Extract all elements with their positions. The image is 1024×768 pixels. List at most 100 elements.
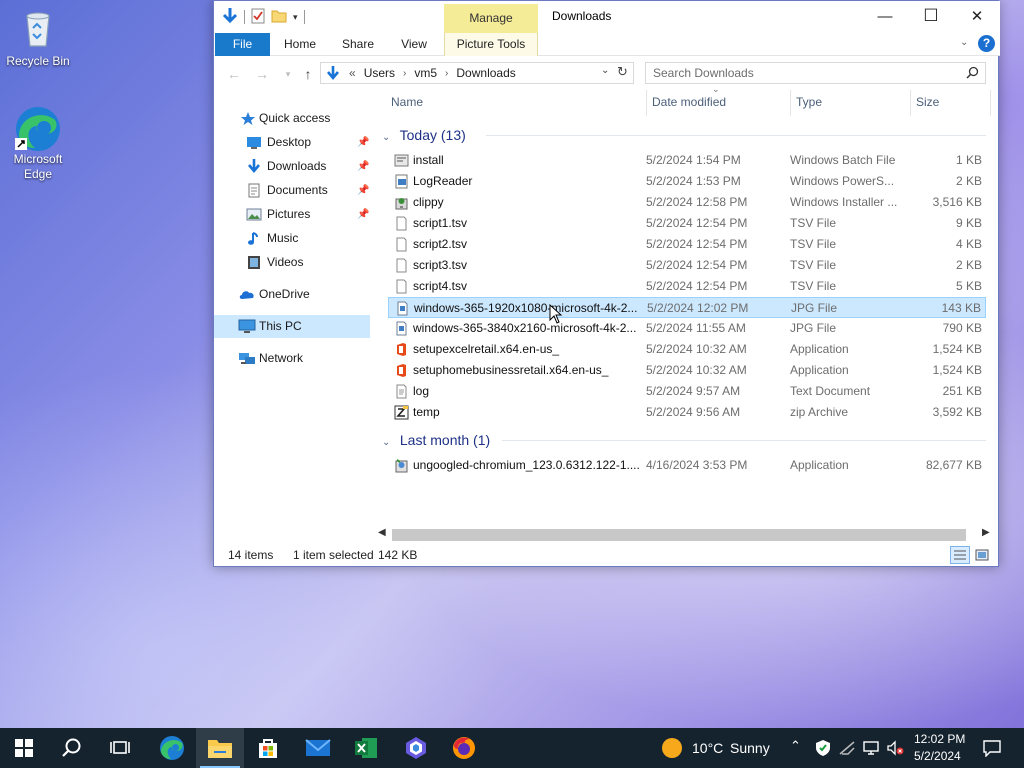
collapse-chevron-icon[interactable]: ⌄	[382, 433, 396, 453]
sidebar-item-network[interactable]: Network	[214, 347, 370, 370]
sidebar-item-videos[interactable]: Videos	[214, 251, 370, 274]
scroll-left-icon[interactable]: ◀	[378, 527, 386, 538]
back-button[interactable]: ←	[224, 64, 244, 84]
file-row[interactable]: setuphomebusinessretail.x64.en-us_ 5/2/20…	[388, 360, 986, 381]
search-icon[interactable]	[966, 66, 979, 82]
maximize-button[interactable]: ☐	[908, 1, 954, 31]
sidebar-item-documents[interactable]: Documents 📌	[214, 179, 370, 202]
file-row[interactable]: script4.tsv 5/2/2024 12:54 PM TSV File 5 KB	[388, 276, 986, 297]
sidebar-item-onedrive[interactable]: OneDrive	[214, 283, 370, 306]
sidebar-item-this-pc[interactable]: This PC	[214, 315, 370, 338]
close-button[interactable]: ✕	[954, 1, 1000, 31]
powershell-file-icon	[394, 174, 409, 189]
file-row[interactable]: temp 5/2/2024 9:56 AM zip Archive 3,592 KB	[388, 402, 986, 423]
start-button[interactable]	[0, 728, 48, 768]
file-row[interactable]: windows-365-1920x1080-microsoft-4k-2... 5…	[388, 297, 986, 318]
file-row[interactable]: script2.tsv 5/2/2024 12:54 PM TSV File 4 KB	[388, 234, 986, 255]
sidebar-item-music[interactable]: Music	[214, 227, 370, 250]
column-header-name[interactable]: Name	[391, 90, 423, 114]
security-shield-icon[interactable]	[815, 739, 831, 760]
customize-toolbar-icon[interactable]: ▾	[293, 12, 298, 23]
group-header-today[interactable]: ⌄ Today (13)	[382, 125, 466, 145]
properties-icon[interactable]	[251, 8, 265, 27]
tab-file[interactable]: File	[215, 33, 270, 56]
refresh-icon[interactable]: ↻	[617, 64, 628, 80]
new-folder-icon[interactable]	[271, 8, 287, 27]
horizontal-scrollbar[interactable]: ◀ ▶	[376, 527, 996, 543]
weather-description[interactable]: Sunny	[730, 740, 770, 756]
column-divider[interactable]	[910, 90, 911, 116]
clock-time[interactable]: 12:02 PM	[914, 732, 965, 746]
address-dropdown-icon[interactable]: ⌄	[601, 65, 609, 76]
file-row[interactable]: LogReader 5/2/2024 1:53 PM Windows PowerS.…	[388, 171, 986, 192]
file-row[interactable]: log 5/2/2024 9:57 AM Text Document 251 KB	[388, 381, 986, 402]
sidebar-item-desktop[interactable]: Desktop 📌	[214, 131, 370, 154]
taskbar-clipchamp[interactable]	[392, 728, 440, 768]
breadcrumb-downloads[interactable]: Downloads	[456, 66, 515, 80]
taskbar-excel[interactable]	[342, 728, 390, 768]
weather-temperature[interactable]: 10°C	[692, 740, 723, 756]
desktop-icon-recycle-bin[interactable]: Recycle Bin	[0, 6, 76, 69]
taskbar-file-explorer[interactable]	[196, 728, 244, 768]
notifications-icon[interactable]	[982, 739, 1002, 760]
file-name: script2.tsv	[413, 237, 468, 251]
batch-file-icon	[394, 153, 409, 168]
sidebar-item-pictures[interactable]: Pictures 📌	[214, 203, 370, 226]
breadcrumb-chevron-icon[interactable]: ›	[445, 68, 448, 79]
sidebar-item-downloads[interactable]: Downloads 📌	[214, 155, 370, 178]
recent-locations-button[interactable]: ▾	[278, 64, 298, 84]
column-header-size[interactable]: Size	[916, 90, 939, 114]
expand-ribbon-icon[interactable]: ⌄	[960, 37, 968, 48]
tab-view[interactable]: View	[392, 33, 436, 56]
breadcrumb-vm5[interactable]: vm5	[414, 66, 437, 80]
help-icon[interactable]: ?	[978, 35, 995, 52]
task-view-button[interactable]	[96, 728, 144, 768]
collapse-chevron-icon[interactable]: ⌄	[382, 128, 396, 148]
column-divider[interactable]	[990, 90, 991, 116]
file-row[interactable]: windows-365-3840x2160-microsoft-4k-2... 5…	[388, 318, 986, 339]
group-header-last-month[interactable]: ⌄ Last month (1)	[382, 430, 490, 450]
volume-muted-icon[interactable]	[886, 740, 904, 759]
title-bar[interactable]: ▾ Manage Downloads — ☐ ✕	[214, 1, 1000, 33]
column-header-date[interactable]: Date modified	[652, 90, 726, 114]
manage-contextual-tab[interactable]: Manage	[444, 4, 538, 33]
tab-share[interactable]: Share	[336, 33, 380, 56]
display-status-icon[interactable]	[862, 740, 880, 759]
taskbar-mail[interactable]	[294, 728, 342, 768]
file-row[interactable]: install 5/2/2024 1:54 PM Windows Batch Fil…	[388, 150, 986, 171]
tab-home[interactable]: Home	[276, 33, 324, 56]
file-row[interactable]: script1.tsv 5/2/2024 12:54 PM TSV File 9 KB	[388, 213, 986, 234]
minimize-button[interactable]: —	[862, 1, 908, 31]
column-divider[interactable]	[790, 90, 791, 116]
large-icons-view-icon[interactable]	[974, 547, 990, 570]
column-divider[interactable]	[646, 90, 647, 116]
file-row[interactable]: script3.tsv 5/2/2024 12:54 PM TSV File 2 KB	[388, 255, 986, 276]
taskbar-store[interactable]	[244, 728, 292, 768]
network-status-icon[interactable]	[838, 740, 856, 759]
column-header-type[interactable]: Type	[796, 90, 822, 114]
taskbar-firefox[interactable]	[440, 728, 488, 768]
scrollbar-thumb[interactable]	[392, 529, 966, 541]
breadcrumb-chevron-icon[interactable]: ›	[403, 68, 406, 79]
weather-sun-icon[interactable]	[662, 738, 682, 758]
search-taskbar-button[interactable]	[48, 728, 96, 768]
breadcrumb-users[interactable]: Users	[364, 66, 395, 80]
forward-button[interactable]: →	[252, 64, 272, 84]
tab-picture-tools[interactable]: Picture Tools	[444, 33, 538, 56]
show-hidden-icons-chevron-icon[interactable]: ⌃	[790, 738, 801, 754]
scroll-right-icon[interactable]: ▶	[982, 527, 990, 538]
up-button[interactable]: ↑	[298, 64, 318, 84]
desktop-icon-edge[interactable]: Microsoft Edge	[0, 104, 76, 182]
search-icon	[62, 738, 81, 757]
file-row[interactable]: setupexcelretail.x64.en-us_ 5/2/2024 10:3…	[388, 339, 986, 360]
address-bar[interactable]: « Users › vm5 › Downloads ⌄ ↻	[320, 62, 634, 84]
file-row[interactable]: ungoogled-chromium_123.0.6312.122-1.... 4…	[388, 455, 986, 476]
clock-date[interactable]: 5/2/2024	[914, 749, 961, 763]
file-row[interactable]: clippy 5/2/2024 12:58 PM Windows Installer…	[388, 192, 986, 213]
search-input[interactable]: Search Downloads	[645, 62, 986, 84]
download-arrow-icon[interactable]	[222, 7, 238, 28]
taskbar-edge[interactable]	[148, 728, 196, 768]
sidebar-item-quick-access[interactable]: Quick access	[214, 107, 370, 130]
details-view-icon[interactable]	[950, 546, 970, 564]
breadcrumb-prefix[interactable]: «	[349, 66, 356, 80]
